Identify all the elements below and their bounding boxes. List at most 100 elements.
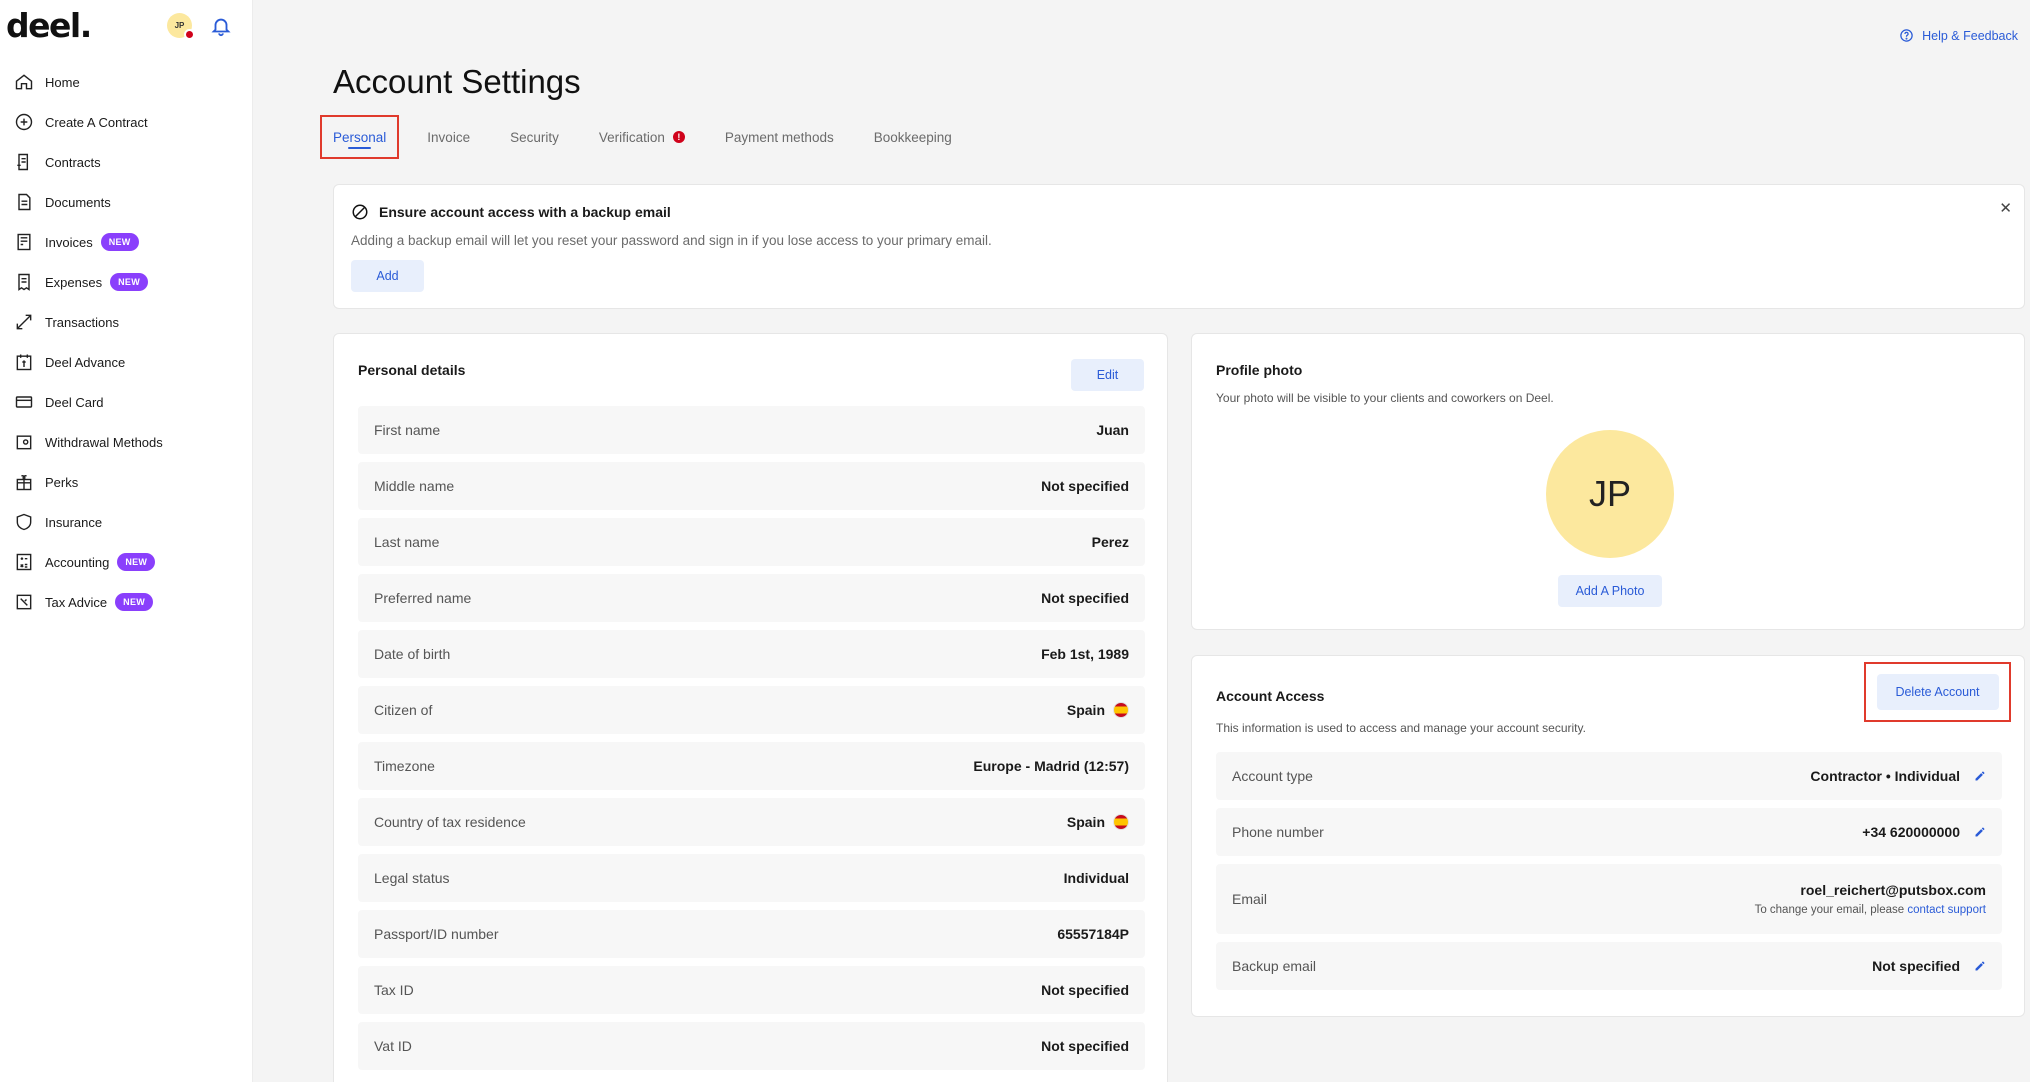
sidebar-item-label: Invoices xyxy=(45,234,93,250)
profile-photo-card: Profile photo Your photo will be visible… xyxy=(1191,333,2025,630)
sidebar-item-label: Withdrawal Methods xyxy=(45,434,163,450)
backup-email-banner: Ensure account access with a backup emai… xyxy=(333,184,2025,309)
account-access-title: Account Access xyxy=(1216,688,1325,704)
tab-payment-methods[interactable]: Payment methods xyxy=(713,115,846,159)
help-feedback-link[interactable]: Help & Feedback xyxy=(1899,28,2018,43)
detail-row-middle-name: Middle name Not specified xyxy=(358,462,1145,510)
access-row-backup-email: Backup email Not specified xyxy=(1216,942,2002,990)
value-text: Contractor • Individual xyxy=(1810,768,1960,784)
banner-title: Ensure account access with a backup emai… xyxy=(351,203,671,221)
personal-details-list: First name Juan Middle name Not specified … xyxy=(358,406,1145,1078)
email-value-block: roel_reichert@putsbox.com To change your… xyxy=(1755,882,1986,916)
sidebar-item-contracts[interactable]: Contracts xyxy=(0,142,253,182)
sidebar-item-label: Deel Card xyxy=(45,394,104,410)
value-text: +34 620000000 xyxy=(1862,824,1960,840)
sidebar-item-label: Transactions xyxy=(45,314,119,330)
value-text: Not specified xyxy=(1041,982,1129,998)
bell-icon[interactable] xyxy=(210,15,232,37)
tab-invoice[interactable]: Invoice xyxy=(415,115,482,159)
detail-row-tax-id: Tax ID Not specified xyxy=(358,966,1145,1014)
settings-tabs: Personal Invoice Security Verification! … xyxy=(320,115,980,159)
detail-row-citizen-of: Citizen of Spain xyxy=(358,686,1145,734)
sidebar-item-transactions[interactable]: Transactions xyxy=(0,302,253,342)
sidebar-item-tax-advice[interactable]: Tax Advice NEW xyxy=(0,582,253,622)
sidebar-item-deel-card[interactable]: Deel Card xyxy=(0,382,253,422)
row-label: Phone number xyxy=(1232,824,1324,840)
user-avatar[interactable]: JP xyxy=(167,13,195,40)
sidebar-item-deel-advance[interactable]: Deel Advance xyxy=(0,342,253,382)
close-icon[interactable]: ✕ xyxy=(1999,199,2012,217)
pencil-icon[interactable] xyxy=(1974,960,1986,972)
tab-verification[interactable]: Verification! xyxy=(587,115,697,159)
sidebar-item-create-contract[interactable]: Create A Contract xyxy=(0,102,253,142)
sidebar-item-label: Documents xyxy=(45,194,111,210)
personal-details-card: Personal details Edit First name Juan Mid… xyxy=(333,333,1168,1082)
row-value: Europe - Madrid (12:57) xyxy=(973,758,1129,774)
value-text: Juan xyxy=(1096,422,1129,438)
tax-icon xyxy=(16,594,32,610)
profile-photo-title: Profile photo xyxy=(1216,362,1303,378)
contact-support-link[interactable]: contact support xyxy=(1907,904,1986,916)
sidebar-item-perks[interactable]: Perks xyxy=(0,462,253,502)
detail-row-legal-status: Legal status Individual xyxy=(358,854,1145,902)
pencil-icon[interactable] xyxy=(1974,826,1986,838)
sidebar-item-label: Perks xyxy=(45,474,79,490)
delete-account-highlight: Delete Account xyxy=(1864,662,2011,722)
detail-row-passport: Passport/ID number 65557184P xyxy=(358,910,1145,958)
tab-label: Verification xyxy=(598,129,665,145)
sidebar: deel. JP Home Create A Contract Contract… xyxy=(0,0,253,1082)
tab-label: Personal xyxy=(333,129,387,145)
deel-logo[interactable]: deel. xyxy=(6,6,92,45)
value-text: Perez xyxy=(1091,534,1129,550)
sidebar-item-documents[interactable]: Documents xyxy=(0,182,253,222)
email-note-text: To change your email, please xyxy=(1754,904,1905,916)
shield-icon xyxy=(16,513,32,531)
row-value: Not specified xyxy=(1041,590,1129,606)
sidebar-item-home[interactable]: Home xyxy=(0,62,253,102)
gift-icon xyxy=(16,475,32,491)
alert-icon: ! xyxy=(672,131,685,143)
card-icon xyxy=(15,396,33,408)
sidebar-item-accounting[interactable]: Accounting NEW xyxy=(0,542,253,582)
row-value: Individual xyxy=(1064,870,1129,886)
add-photo-button[interactable]: Add A Photo xyxy=(1558,575,1662,607)
row-label: Date of birth xyxy=(374,646,451,662)
sidebar-item-expenses[interactable]: Expenses NEW xyxy=(0,262,253,302)
row-value: Juan xyxy=(1096,422,1129,438)
row-label: Vat ID xyxy=(374,1038,412,1054)
pencil-icon[interactable] xyxy=(1974,770,1986,782)
value-text: Not specified xyxy=(1872,958,1960,974)
notification-dot xyxy=(184,29,195,40)
tab-security[interactable]: Security xyxy=(498,115,571,159)
row-label: Citizen of xyxy=(374,702,433,718)
add-backup-email-button[interactable]: Add xyxy=(351,260,424,292)
email-note: To change your email, please contact sup… xyxy=(1755,904,1986,916)
tab-bookkeeping[interactable]: Bookkeeping xyxy=(862,115,964,159)
contract-icon xyxy=(17,153,29,171)
tab-personal[interactable]: Personal xyxy=(320,115,400,159)
delete-account-button[interactable]: Delete Account xyxy=(1876,674,1999,710)
row-label: Timezone xyxy=(374,758,435,774)
tab-label: Invoice xyxy=(427,129,471,145)
prohibited-icon xyxy=(352,204,368,220)
detail-row-timezone: Timezone Europe - Madrid (12:57) xyxy=(358,742,1145,790)
value-text: Spain xyxy=(1066,814,1105,830)
new-badge: NEW xyxy=(100,233,139,251)
sidebar-item-invoices[interactable]: Invoices NEW xyxy=(0,222,253,262)
row-value: Feb 1st, 1989 xyxy=(1041,646,1129,662)
new-badge: NEW xyxy=(115,593,154,611)
detail-row-last-name: Last name Perez xyxy=(358,518,1145,566)
row-label: Email xyxy=(1232,891,1268,907)
edit-button[interactable]: Edit xyxy=(1071,359,1144,391)
sidebar-item-label: Home xyxy=(45,74,80,90)
spain-flag-icon xyxy=(1113,702,1129,718)
row-value: Spain xyxy=(1067,702,1129,718)
value-text: Not specified xyxy=(1041,478,1129,494)
row-label: Account type xyxy=(1232,768,1313,784)
wallet-icon xyxy=(16,435,32,450)
tab-label: Payment methods xyxy=(724,129,834,145)
sidebar-item-withdrawal-methods[interactable]: Withdrawal Methods xyxy=(0,422,253,462)
sidebar-item-insurance[interactable]: Insurance xyxy=(0,502,253,542)
row-value: Not specified xyxy=(1041,1038,1129,1054)
row-label: Legal status xyxy=(374,870,450,886)
